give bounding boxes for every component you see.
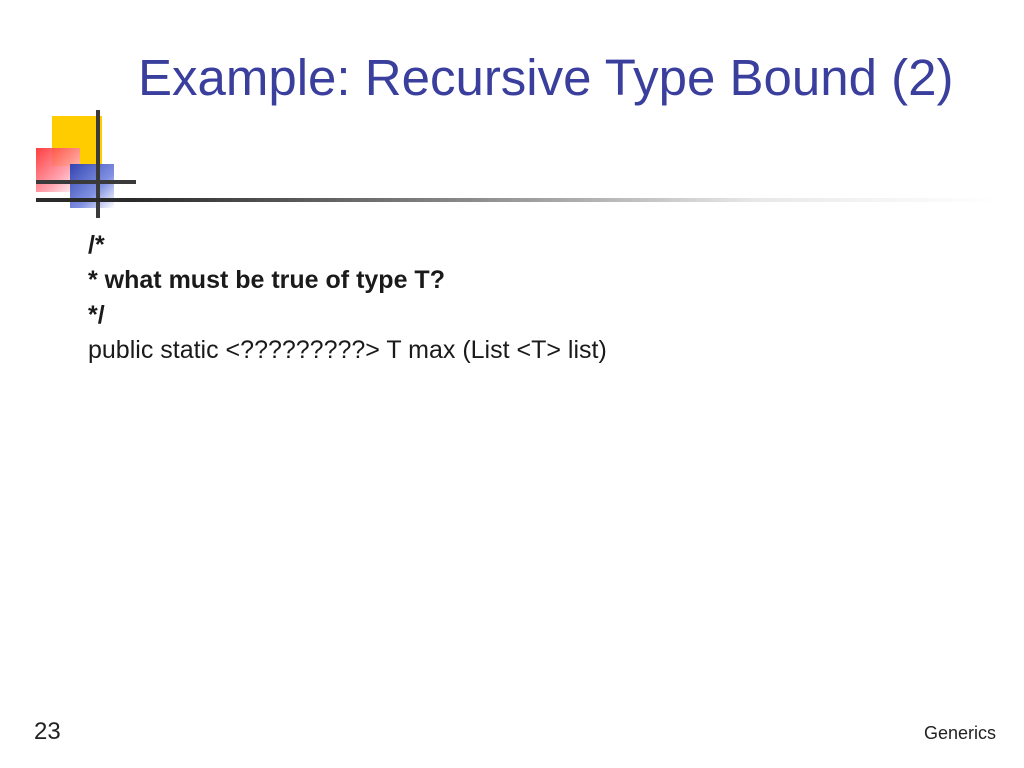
page-number: 23 <box>34 718 61 746</box>
code-line: public static <?????????> T max (List <T… <box>88 333 968 368</box>
slide: Example: Recursive Type Bound (2) /* * w… <box>0 0 1024 768</box>
title-underline <box>36 198 996 202</box>
slide-title: Example: Recursive Type Bound (2) <box>138 46 958 110</box>
horizontal-line-icon <box>36 180 136 184</box>
comment-open: /* <box>88 228 968 263</box>
comment-line: * what must be true of type T? <box>88 263 968 298</box>
footer-label: Generics <box>924 723 996 744</box>
title-decoration <box>36 110 136 220</box>
comment-close: */ <box>88 298 968 333</box>
slide-body: /* * what must be true of type T? */ pub… <box>88 228 968 368</box>
